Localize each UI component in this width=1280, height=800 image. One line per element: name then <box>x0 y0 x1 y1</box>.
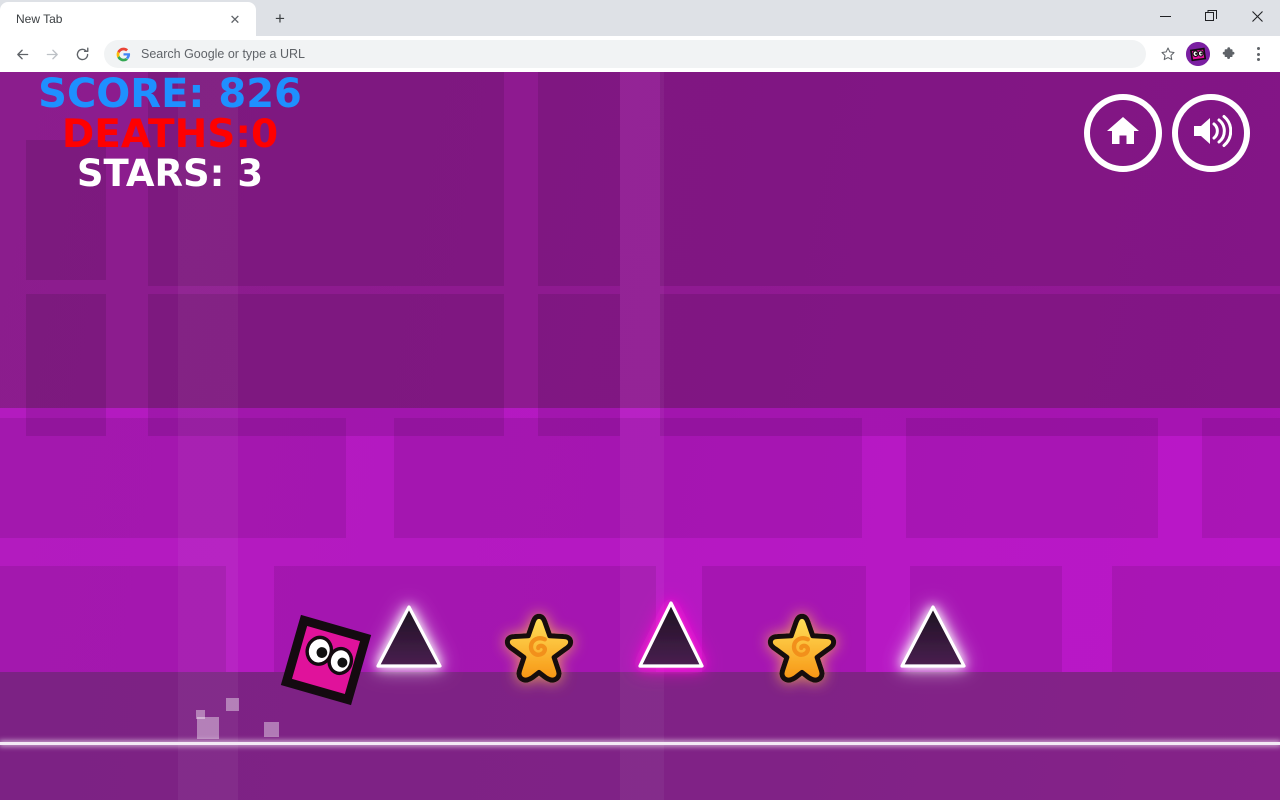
browser-toolbar: Search Google or type a URL <box>0 36 1280 72</box>
background-brick <box>660 294 1280 436</box>
background-brick <box>538 294 620 436</box>
home-icon <box>1103 111 1143 156</box>
profile-avatar-image <box>1186 42 1210 66</box>
background-brick <box>1202 418 1280 538</box>
background-brick <box>148 72 504 286</box>
particle <box>197 717 219 739</box>
new-tab-button[interactable]: + <box>266 5 294 33</box>
browser-window: New Tab ✕ + Search Google or type a URL … <box>0 0 1280 800</box>
background-band-ground <box>0 672 1280 800</box>
game-controls <box>1084 94 1250 172</box>
bookmark-star-icon[interactable] <box>1154 40 1182 68</box>
background-brick <box>0 418 346 538</box>
menu-icon[interactable] <box>1244 40 1272 68</box>
particle <box>264 722 279 737</box>
speaker-icon <box>1190 111 1233 156</box>
forward-icon[interactable] <box>38 40 66 68</box>
spike-1 <box>376 605 442 668</box>
avatar[interactable] <box>1184 40 1212 68</box>
reload-icon[interactable] <box>68 40 96 68</box>
particle <box>226 698 239 711</box>
search-input[interactable]: Search Google or type a URL <box>141 47 1134 61</box>
three-dots <box>1256 47 1260 61</box>
ground-line <box>0 742 1280 745</box>
background-brick <box>0 566 226 672</box>
background-brick <box>26 294 106 436</box>
back-icon[interactable] <box>8 40 36 68</box>
maximize-icon[interactable] <box>1188 0 1234 32</box>
extensions-puzzle-icon[interactable] <box>1214 40 1242 68</box>
close-icon[interactable]: ✕ <box>224 8 246 30</box>
minimize-icon[interactable] <box>1142 0 1188 32</box>
spike-3 <box>900 605 966 668</box>
background-brick <box>394 418 862 538</box>
tab-new-tab[interactable]: New Tab ✕ <box>0 2 256 36</box>
background-brick <box>538 72 620 286</box>
tab-title: New Tab <box>16 12 63 26</box>
star-2 <box>766 612 838 684</box>
close-window-icon[interactable] <box>1234 0 1280 32</box>
background-brick <box>906 418 1158 538</box>
tab-strip: New Tab ✕ + <box>0 0 1280 36</box>
home-button[interactable] <box>1084 94 1162 172</box>
game-canvas[interactable]: SCORE: 826 DEATHS:0 STARS: 3 <box>0 72 1280 800</box>
background-brick <box>26 140 106 280</box>
background-brick <box>148 294 504 436</box>
sound-button[interactable] <box>1172 94 1250 172</box>
star-1 <box>503 612 575 684</box>
address-bar[interactable]: Search Google or type a URL <box>104 40 1146 68</box>
google-g-icon <box>116 47 131 62</box>
background-brick <box>1112 566 1280 672</box>
window-controls <box>1142 0 1280 36</box>
spike-2 <box>638 601 704 668</box>
